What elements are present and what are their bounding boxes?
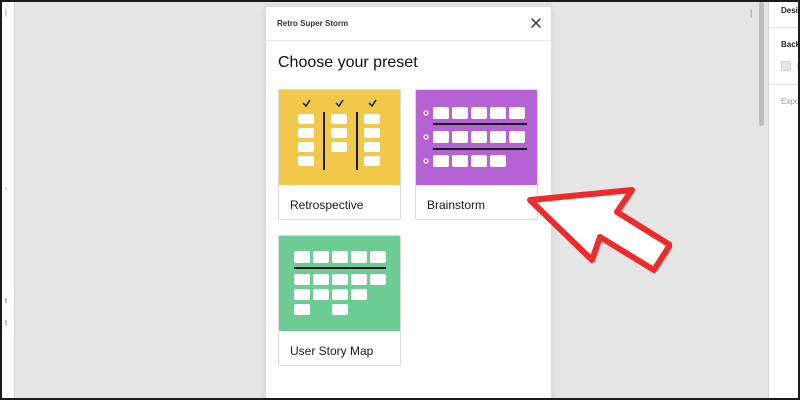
left-panel-edge: | - t t	[2, 2, 15, 398]
canvas-scrollbar[interactable]	[759, 2, 764, 126]
panel-divider	[769, 27, 798, 28]
properties-panel: Desig Backg E Expo	[768, 2, 800, 398]
check-icons	[302, 99, 377, 108]
panel-divider	[769, 84, 798, 85]
brainstorm-thumbnail	[416, 90, 537, 185]
pointer-arrow-icon	[527, 187, 672, 273]
left-edge-mark: t	[5, 298, 7, 305]
close-icon[interactable]	[529, 16, 543, 30]
user-story-map-thumbnail	[279, 236, 400, 331]
dialog-heading: Choose your preset	[278, 54, 418, 71]
dialog-title: Retro Super Storm	[277, 19, 349, 28]
retrospective-thumbnail	[279, 90, 400, 185]
preset-label: Retrospective	[290, 198, 364, 212]
preset-label: User Story Map	[290, 344, 374, 358]
design-tab[interactable]: Desig	[781, 6, 798, 15]
preset-dialog: Retro Super Storm Choose your preset Ret…	[265, 6, 552, 398]
preset-card-user-story-map[interactable]: User Story Map	[278, 235, 401, 366]
canvas-marker: |	[750, 8, 753, 18]
dialog-header: Retro Super Storm	[266, 7, 551, 41]
export-section-label[interactable]: Expo	[781, 97, 798, 106]
preset-card-brainstorm[interactable]: Brainstorm	[415, 89, 538, 220]
left-edge-mark: t	[5, 320, 7, 327]
app-window: | - t t | Desig Backg E Expo Retro Super…	[0, 0, 800, 400]
left-edge-mark: -	[5, 186, 8, 193]
preset-card-retrospective[interactable]: Retrospective	[278, 89, 401, 220]
left-edge-mark: |	[5, 10, 7, 17]
background-swatch[interactable]	[781, 61, 791, 71]
preset-label: Brainstorm	[427, 198, 486, 212]
background-section-label: Backg	[781, 40, 800, 49]
